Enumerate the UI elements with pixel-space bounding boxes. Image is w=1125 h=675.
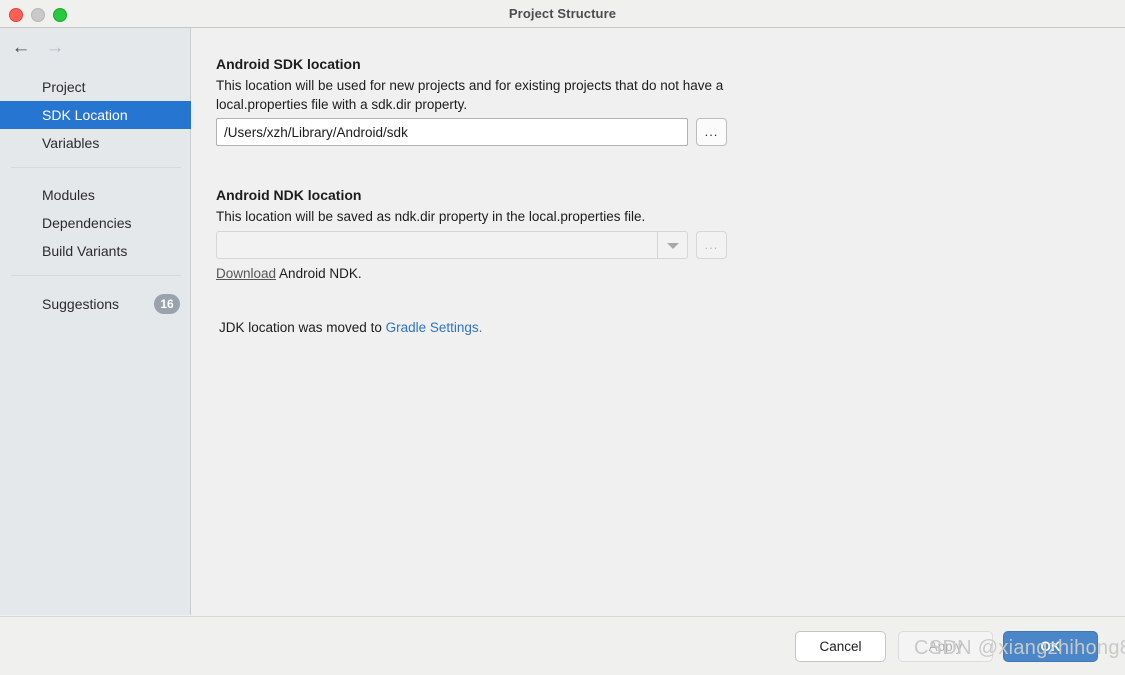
- sidebar-item-project[interactable]: Project: [0, 73, 191, 101]
- sidebar-item-dependencies[interactable]: Dependencies: [0, 209, 191, 237]
- sdk-section-title: Android SDK location: [216, 56, 361, 72]
- sidebar-item-label: Variables: [42, 135, 100, 151]
- status-badge: 16: [154, 294, 180, 314]
- sidebar-nav-buttons: ← →: [0, 28, 191, 68]
- sidebar-item-label: Modules: [42, 187, 95, 203]
- sidebar-divider-2: [11, 275, 181, 276]
- ndk-download-line: Download Android NDK.: [216, 266, 362, 281]
- jdk-location-notice: JDK location was moved to Gradle Setting…: [219, 320, 482, 335]
- title-bar: Project Structure: [0, 0, 1125, 28]
- sidebar: ← → Project SDK Location Variables Modul…: [0, 28, 191, 615]
- sidebar-item-label: Build Variants: [42, 243, 128, 259]
- ndk-path-combobox[interactable]: [216, 231, 688, 259]
- main-content: Android SDK location This location will …: [192, 28, 1125, 615]
- arrow-left-icon[interactable]: ←: [10, 38, 32, 58]
- sidebar-item-label: Suggestions: [42, 296, 120, 312]
- sidebar-item-label: Dependencies: [42, 215, 132, 231]
- apply-button[interactable]: Apply: [898, 631, 993, 662]
- sidebar-item-variables[interactable]: Variables: [0, 129, 191, 157]
- window-title: Project Structure: [508, 6, 617, 21]
- sidebar-group-modules: Modules Dependencies Build Variants: [0, 181, 191, 265]
- sdk-browse-button[interactable]: ...: [696, 118, 727, 146]
- sdk-path-input[interactable]: [216, 118, 688, 146]
- download-ndk-text: Android NDK.: [276, 266, 362, 281]
- chevron-down-icon[interactable]: [657, 232, 687, 258]
- cancel-button[interactable]: Cancel: [795, 631, 886, 662]
- sidebar-item-label: Project: [42, 79, 86, 95]
- project-structure-dialog: Project Structure ← → Project SDK Locati…: [0, 0, 1125, 675]
- ndk-browse-button[interactable]: ...: [696, 231, 727, 259]
- sidebar-item-label: SDK Location: [42, 107, 128, 123]
- ok-button[interactable]: OK: [1003, 631, 1098, 662]
- sidebar-item-modules[interactable]: Modules: [0, 181, 191, 209]
- sidebar-item-build-variants[interactable]: Build Variants: [0, 237, 191, 265]
- arrow-right-icon[interactable]: →: [44, 38, 66, 58]
- sidebar-item-sdk-location[interactable]: SDK Location: [0, 101, 191, 129]
- sidebar-divider-1: [11, 167, 181, 168]
- download-ndk-link[interactable]: Download: [216, 266, 276, 281]
- sidebar-item-suggestions[interactable]: Suggestions 16: [0, 290, 191, 318]
- ndk-section-title: Android NDK location: [216, 187, 362, 203]
- jdk-notice-text: JDK location was moved to: [219, 320, 386, 335]
- sidebar-group-primary: Project SDK Location Variables: [0, 73, 191, 157]
- sdk-section-description: This location will be used for new proje…: [216, 78, 724, 112]
- ndk-section-description: This location will be saved as ndk.dir p…: [216, 209, 646, 224]
- gradle-settings-link[interactable]: Gradle Settings.: [386, 320, 483, 335]
